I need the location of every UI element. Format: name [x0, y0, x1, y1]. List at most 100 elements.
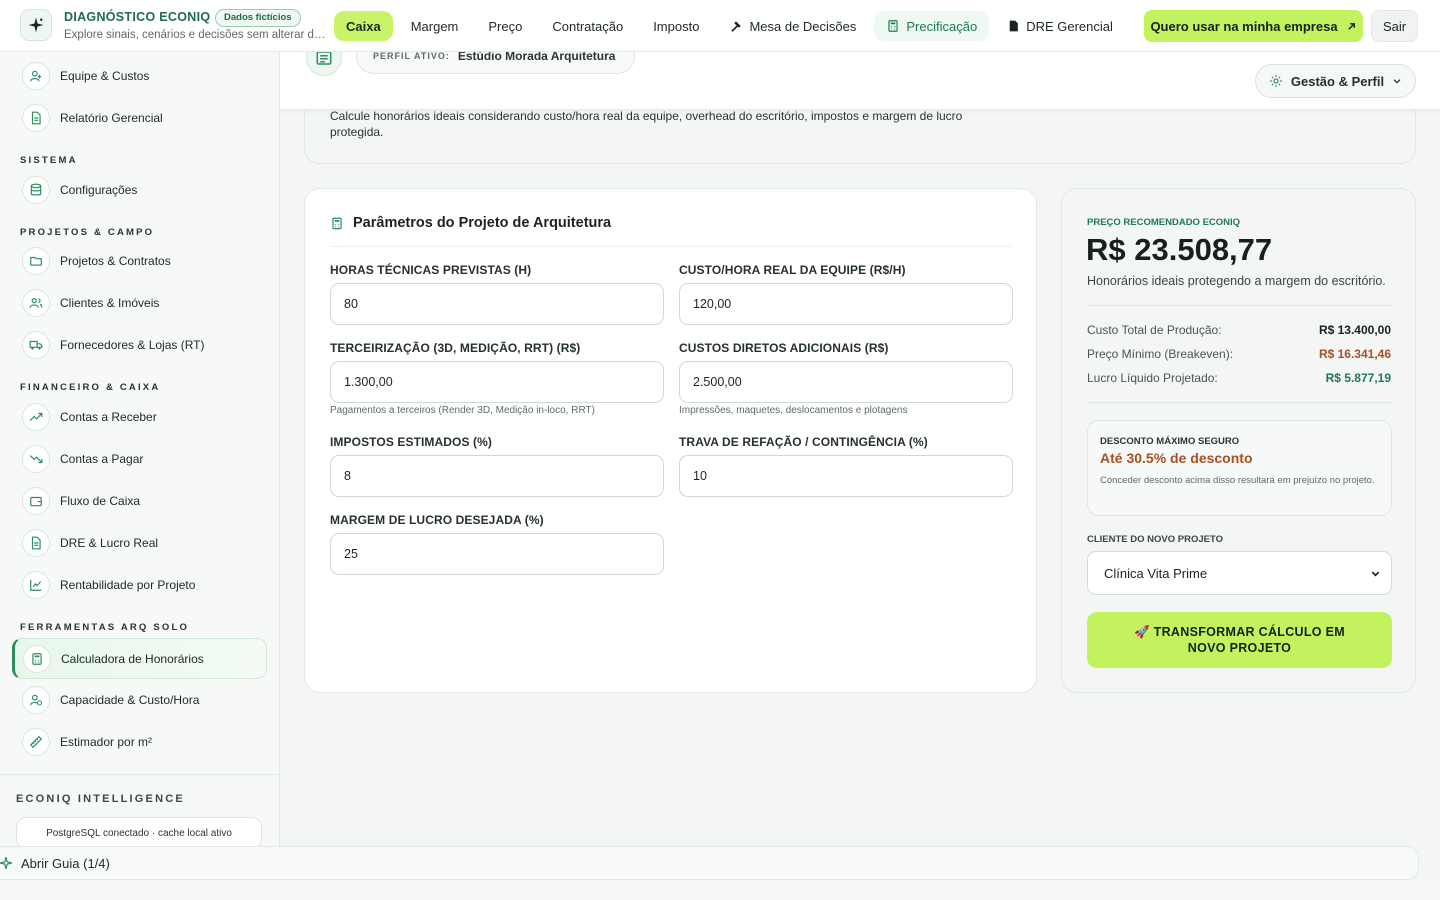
section-financeiro-caixa: FINANCEIRO & CAIXA: [20, 382, 161, 393]
custo-total-label: Custo Total de Produção:: [1087, 323, 1222, 337]
brand-title: DIAGNÓSTICO ECONIQ: [64, 10, 211, 24]
custos-diretos-label: CUSTOS DIRETOS ADICIONAIS (R$): [679, 341, 889, 355]
sidebar-item-rentabilidade[interactable]: Rentabilidade por Projeto: [14, 566, 266, 604]
nav-dre-gerencial[interactable]: DRE Gerencial: [995, 11, 1125, 41]
ruler-icon: [22, 728, 50, 756]
sidebar-item-fornecedores[interactable]: Fornecedores & Lojas (RT): [14, 326, 266, 364]
lucro-liquido-label: Lucro Líquido Projetado:: [1087, 371, 1218, 385]
calculator-icon: [23, 644, 51, 673]
params-divider: [330, 246, 1012, 247]
custos-diretos-help: Impressões, maquetes, deslocamentos e pl…: [679, 405, 908, 416]
margem-lucro-label: MARGEM DE LUCRO DESEJADA (%): [330, 513, 544, 527]
contingencia-label: TRAVA DE REFAÇÃO / CONTINGÊNCIA (%): [679, 435, 928, 449]
sidebar-item-projetos-contratos[interactable]: Projetos & Contratos: [14, 242, 266, 280]
custo-hora-label: CUSTO/HORA REAL DA EQUIPE (R$/H): [679, 263, 906, 277]
nav-caixa[interactable]: Caixa: [334, 11, 393, 41]
active-profile-pill[interactable]: PERFIL ATIVO: Estúdio Morada Arquitetura: [356, 52, 635, 74]
sidebar-item-relatorio-gerencial[interactable]: Relatório Gerencial: [14, 99, 266, 137]
result-divider-2: [1087, 402, 1391, 403]
database-icon: [22, 176, 50, 204]
impostos-input[interactable]: 8: [330, 455, 664, 497]
line-chart-icon: [22, 571, 50, 599]
max-discount-box: DESCONTO MÁXIMO SEGURO Até 30.5% de desc…: [1087, 420, 1392, 516]
nav-precificacao[interactable]: Precificação: [874, 11, 990, 41]
nav-preco[interactable]: Preço: [476, 11, 534, 41]
sidebar-item-calculadora-honorarios[interactable]: Calculadora de Honorários: [12, 638, 267, 679]
sidebar-item-contas-receber[interactable]: Contas a Receber: [14, 398, 266, 436]
sidebar-divider: [0, 774, 279, 775]
logout-button[interactable]: Sair: [1371, 10, 1418, 42]
profile-value: Estúdio Morada Arquitetura: [457, 52, 616, 63]
custo-hora-input[interactable]: 120,00: [679, 283, 1013, 325]
lucro-liquido-value: R$ 5.877,19: [1325, 371, 1391, 385]
margem-lucro-input[interactable]: 25: [330, 533, 664, 575]
nav-imposto[interactable]: Imposto: [641, 11, 711, 41]
wallet-icon: [22, 487, 50, 515]
horas-label: HORAS TÉCNICAS PREVISTAS (H): [330, 263, 532, 277]
chevron-down-icon: [1393, 79, 1401, 84]
arrow-up-right-icon: [1347, 22, 1355, 30]
folder-icon: [22, 247, 50, 275]
client-selected-value: Clínica Vita Prime: [1104, 565, 1208, 581]
client-select[interactable]: Clínica Vita Prime: [1087, 551, 1392, 595]
preco-minimo-value: R$ 16.341,46: [1318, 347, 1391, 361]
trend-down-icon: [22, 445, 50, 473]
chevron-down-icon: [1371, 571, 1380, 576]
recommended-price-card: PREÇO RECOMENDADO ECONIQ R$ 23.508,77 Ho…: [1061, 188, 1416, 693]
sidebar: Equipe & Custos Relatório Gerencial SIST…: [0, 52, 280, 846]
section-sistema: SISTEMA: [20, 155, 78, 166]
sidebar-item-configuracoes[interactable]: Configurações: [14, 171, 266, 209]
sidebar-item-dre-lucro-real[interactable]: DRE & Lucro Real: [14, 524, 266, 562]
demo-data-badge: Dados fictícios: [215, 9, 301, 27]
truck-icon: [22, 331, 50, 359]
user-clock-icon: [22, 686, 50, 714]
terceirizacao-label: TERCEIRIZAÇÃO (3D, MEDIÇÃO, RRT) (R$): [330, 341, 581, 355]
gear-icon: [1270, 75, 1282, 87]
bottom-strip: [0, 880, 1440, 900]
lucro-liquido-row: Lucro Líquido Projetado: R$ 5.877,19: [1087, 371, 1391, 385]
brand-subtitle: Explore sinais, cenários e decisões sem …: [64, 29, 326, 41]
nav-contratacao[interactable]: Contratação: [540, 11, 635, 41]
open-guide-label: Abrir Guia (1/4): [21, 855, 110, 871]
recommended-price-eyebrow: PREÇO RECOMENDADO ECONIQ: [1087, 217, 1241, 228]
main-content: Calcule honorários ideais considerando c…: [280, 52, 1440, 846]
profile-header: PERFIL ATIVO: Estúdio Morada Arquitetura…: [280, 52, 1440, 110]
nav-mesa-decisoes[interactable]: Mesa de Decisões: [717, 11, 868, 41]
transform-to-project-button[interactable]: 🚀 TRANSFORMAR CÁLCULO EM NOVO PROJETO: [1087, 612, 1392, 668]
max-discount-note: Conceder desconto acima disso resultará …: [1100, 475, 1375, 486]
use-in-company-button[interactable]: Quero usar na minha empresa: [1144, 10, 1363, 42]
open-guide-bar[interactable]: Abrir Guia (1/4): [0, 846, 1419, 880]
contingencia-input[interactable]: 10: [679, 455, 1013, 497]
users-icon: [22, 289, 50, 317]
recommended-price-subtitle: Honorários ideais protegendo a margem do…: [1087, 274, 1386, 288]
main-nav: Caixa Margem Preço Contratação Imposto M…: [334, 11, 1125, 41]
params-title: Parâmetros do Projeto de Arquitetura: [330, 215, 611, 231]
document-icon: [22, 104, 50, 132]
gavel-icon: [731, 21, 742, 32]
terceirizacao-help: Pagamentos a terceiros (Render 3D, Mediç…: [330, 405, 595, 416]
section-projetos-campo: PROJETOS & CAMPO: [20, 227, 155, 238]
custo-total-row: Custo Total de Produção: R$ 13.400,00: [1087, 323, 1391, 337]
gestao-perfil-button[interactable]: Gestão & Perfil: [1255, 64, 1416, 98]
horas-tecnicas-input[interactable]: 80: [330, 283, 664, 325]
preco-minimo-label: Preço Mínimo (Breakeven):: [1087, 347, 1234, 361]
calculator-icon: [888, 20, 899, 32]
document-icon: [22, 529, 50, 557]
sparkle-logo-icon[interactable]: [20, 9, 52, 41]
custos-diretos-input[interactable]: 2.500,00: [679, 361, 1013, 403]
sidebar-item-contas-pagar[interactable]: Contas a Pagar: [14, 440, 266, 478]
sidebar-item-clientes-imoveis[interactable]: Clientes & Imóveis: [14, 284, 266, 322]
sidebar-item-fluxo-caixa[interactable]: Fluxo de Caixa: [14, 482, 266, 520]
sidebar-item-estimador-m2[interactable]: Estimador por m²: [14, 723, 266, 761]
max-discount-value: Até 30.5% de desconto: [1100, 450, 1253, 466]
nav-margem[interactable]: Margem: [399, 11, 471, 41]
result-divider: [1087, 305, 1391, 306]
sidebar-item-capacidade[interactable]: Capacidade & Custo/Hora: [14, 681, 266, 719]
document-icon: [1009, 20, 1019, 32]
sidebar-item-equipe-custos[interactable]: Equipe & Custos: [14, 57, 266, 95]
user-icon: [22, 62, 50, 90]
intro-text: Calcule honorários ideais considerando c…: [330, 109, 963, 139]
client-label: CLIENTE DO NOVO PROJETO: [1087, 534, 1224, 545]
top-bar: DIAGNÓSTICO ECONIQ Dados fictícios Explo…: [0, 0, 1440, 52]
terceirizacao-input[interactable]: 1.300,00: [330, 361, 664, 403]
